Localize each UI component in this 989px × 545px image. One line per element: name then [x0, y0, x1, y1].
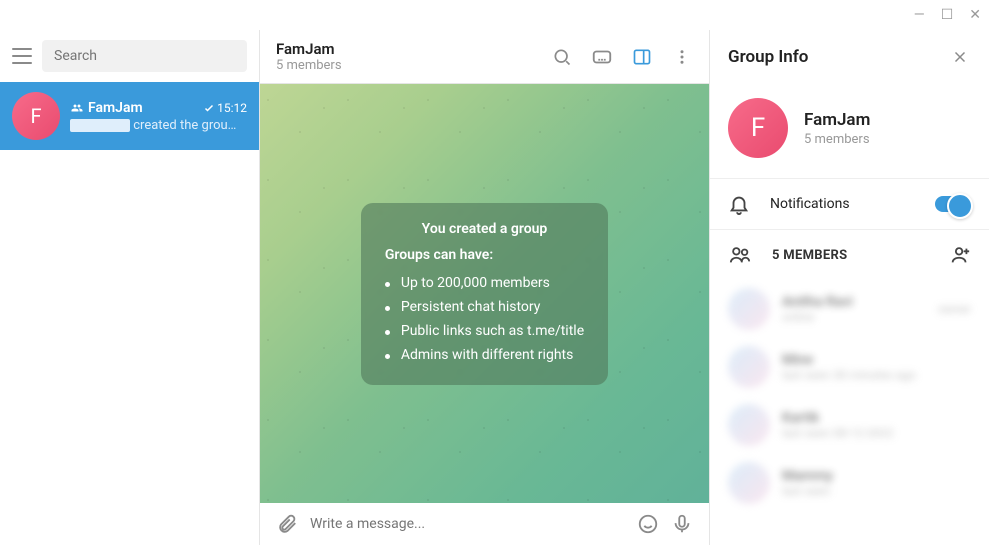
- search-input[interactable]: [42, 40, 247, 72]
- card-title: You created a group: [385, 221, 584, 237]
- message-input[interactable]: [310, 516, 625, 532]
- member-avatar: [728, 288, 770, 330]
- card-list-item: Admins with different rights: [385, 343, 584, 367]
- member-row[interactable]: Mammylast seen: [710, 454, 989, 512]
- card-list-item: Public links such as t.me/title: [385, 319, 584, 343]
- panel-title: Group Info: [728, 47, 808, 67]
- sidebar-toggle-icon[interactable]: [631, 46, 653, 68]
- video-chat-icon[interactable]: [591, 46, 613, 68]
- member-name: Mammy: [782, 468, 833, 484]
- voice-icon[interactable]: [671, 513, 693, 535]
- members-count-label: 5 MEMBERS: [772, 248, 929, 263]
- group-avatar: F: [728, 98, 788, 158]
- member-row[interactable]: Anitha Ravionline owner: [710, 280, 989, 338]
- member-name: Anitha Ravi: [782, 294, 853, 310]
- member-name: Kartik: [782, 410, 894, 426]
- avatar: F: [12, 92, 60, 140]
- chat-main: FamJam 5 members You cr: [260, 30, 709, 545]
- member-avatar: [728, 404, 770, 446]
- check-icon: [203, 102, 215, 114]
- bell-icon: [728, 193, 750, 215]
- chat-preview: created the grou…: [70, 118, 247, 133]
- card-list: Up to 200,000 membersPersistent chat his…: [385, 271, 584, 367]
- window-minimize[interactable]: —: [914, 7, 925, 23]
- close-icon[interactable]: [949, 46, 971, 68]
- chat-list-item[interactable]: F FamJam 15:12 created the grou…: [0, 82, 259, 150]
- chat-title: FamJam: [276, 40, 342, 58]
- add-member-icon[interactable]: [949, 244, 971, 266]
- more-icon[interactable]: [671, 46, 693, 68]
- member-row[interactable]: Minelast seen 30 minutes ago: [710, 338, 989, 396]
- attach-icon[interactable]: [276, 513, 298, 535]
- members-icon: [728, 244, 752, 266]
- member-status: last seen: [782, 484, 833, 498]
- member-role: owner: [938, 302, 971, 316]
- window-close[interactable]: ✕: [969, 7, 981, 23]
- search-icon[interactable]: [551, 46, 573, 68]
- chat-subtitle: 5 members: [276, 58, 342, 73]
- group-info-panel: Group Info F FamJam 5 members Notificati…: [709, 30, 989, 545]
- member-name: Mine: [782, 352, 916, 368]
- notifications-toggle[interactable]: [935, 196, 971, 212]
- window-maximize[interactable]: ☐: [941, 7, 954, 23]
- emoji-icon[interactable]: [637, 513, 659, 535]
- card-subtitle: Groups can have:: [385, 247, 584, 263]
- member-avatar: [728, 346, 770, 388]
- menu-button[interactable]: [12, 48, 32, 64]
- group-icon: [70, 102, 84, 114]
- member-status: last seen 08-12-2022: [782, 426, 894, 440]
- member-status: last seen 30 minutes ago: [782, 368, 916, 382]
- chat-time: 15:12: [217, 101, 247, 115]
- card-list-item: Up to 200,000 members: [385, 271, 584, 295]
- notifications-label: Notifications: [770, 196, 915, 212]
- group-member-count: 5 members: [804, 132, 870, 147]
- card-list-item: Persistent chat history: [385, 295, 584, 319]
- chat-name: FamJam: [88, 100, 143, 116]
- chat-list-sidebar: F FamJam 15:12 created the grou…: [0, 30, 260, 545]
- member-row[interactable]: Kartiklast seen 08-12-2022: [710, 396, 989, 454]
- group-name: FamJam: [804, 110, 870, 130]
- member-status: online: [782, 310, 853, 324]
- group-created-card: You created a group Groups can have: Up …: [361, 203, 608, 385]
- member-avatar: [728, 462, 770, 504]
